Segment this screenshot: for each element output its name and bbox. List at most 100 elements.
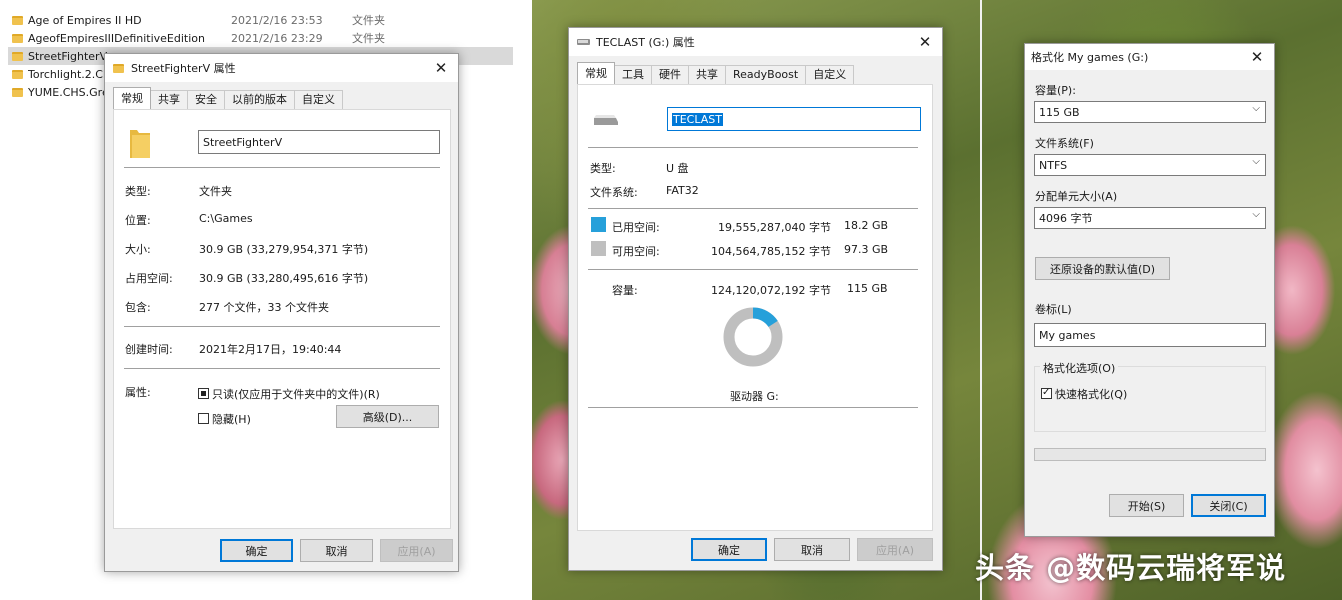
allocation-unit-label: 分配单元大小(A) xyxy=(1035,190,1118,203)
format-options-label: 格式化选项(O) xyxy=(1040,360,1119,376)
file-date: 2021/2/16 23:29 xyxy=(231,31,323,45)
format-dialog-window: 格式化 My games (G:) ✕ 容量(P): 115 GB ⌵ 文件系统… xyxy=(1024,43,1275,537)
separator xyxy=(588,147,918,148)
capacity-bytes: 124,120,072,192 字节 xyxy=(711,284,831,297)
readonly-label: 只读(仅应用于文件夹中的文件)(R) xyxy=(212,388,380,401)
separator xyxy=(588,407,918,408)
source-watermark: 头条 @数码云瑞将军说 xyxy=(975,551,1287,585)
used-space-swatch xyxy=(591,217,606,232)
close-icon[interactable]: ✕ xyxy=(1246,47,1268,67)
filesystem-label: 文件系统(F) xyxy=(1035,137,1094,150)
drive-letter-label: 驱动器 G: xyxy=(730,390,779,403)
tab-tools[interactable]: 工具 xyxy=(614,65,652,84)
file-row[interactable]: Age of Empires II HD 2021/2/16 23:53 文件夹 xyxy=(8,11,513,29)
ok-button[interactable]: 确定 xyxy=(220,539,293,562)
close-icon[interactable]: ✕ xyxy=(914,32,936,52)
close-icon[interactable]: ✕ xyxy=(430,58,452,78)
title-bar[interactable]: 格式化 My games (G:) ✕ xyxy=(1025,44,1274,70)
location-label: 位置: xyxy=(125,214,151,227)
drive-properties-window: TECLAST (G:) 属性 ✕ 常规 工具 硬件 共享 ReadyBoost… xyxy=(568,27,943,571)
tab-readyboost[interactable]: ReadyBoost xyxy=(725,65,807,84)
drive-label-value: TECLAST xyxy=(672,112,723,126)
used-space-bytes: 19,555,287,040 字节 xyxy=(718,221,831,234)
contains-label: 包含: xyxy=(125,301,151,314)
capacity-label: 容量(P): xyxy=(1035,84,1076,97)
folder-icon xyxy=(12,33,23,43)
image-divider xyxy=(980,0,982,600)
location-value: C:\Games xyxy=(199,212,253,225)
filesystem-value: NTFS xyxy=(1039,158,1068,172)
apply-button[interactable]: 应用(A) xyxy=(380,539,453,562)
tab-strip: 常规 工具 硬件 共享 ReadyBoost 自定义 xyxy=(577,62,855,84)
cancel-button[interactable]: 取消 xyxy=(300,539,373,562)
readonly-checkbox[interactable]: 只读(仅应用于文件夹中的文件)(R) xyxy=(198,386,380,402)
checkbox-unchecked-icon[interactable] xyxy=(198,413,209,424)
window-title: StreetFighterV 属性 xyxy=(131,62,236,75)
folder-icon xyxy=(12,51,23,61)
folder-icon xyxy=(12,69,23,79)
size-value: 30.9 GB (33,279,954,371 字节) xyxy=(199,243,369,256)
usb-drive-icon xyxy=(594,115,618,125)
free-space-bytes: 104,564,785,152 字节 xyxy=(711,245,831,258)
tab-sharing[interactable]: 共享 xyxy=(150,90,188,109)
filesystem-label: 文件系统: xyxy=(590,186,638,199)
attributes-label: 属性: xyxy=(125,386,151,399)
filesystem-select[interactable]: NTFS ⌵ xyxy=(1034,154,1266,176)
used-space-size: 18.2 GB xyxy=(844,219,889,232)
general-panel: StreetFighterV 类型: 文件夹 位置: C:\Games 大小: … xyxy=(113,109,451,529)
size-on-disk-value: 30.9 GB (33,280,495,616 字节) xyxy=(199,272,369,285)
tab-strip: 常规 共享 安全 以前的版本 自定义 xyxy=(113,87,343,109)
created-value: 2021年2月17日，19:40:44 xyxy=(199,343,342,356)
created-label: 创建时间: xyxy=(125,343,173,356)
advanced-button[interactable]: 高级(D)... xyxy=(336,405,439,428)
free-space-size: 97.3 GB xyxy=(844,243,889,256)
tab-general[interactable]: 常规 xyxy=(577,62,615,84)
file-name: AgeofEmpiresIIIDefinitiveEdition xyxy=(28,31,205,45)
tab-general[interactable]: 常规 xyxy=(113,87,151,109)
window-title: TECLAST (G:) 属性 xyxy=(596,36,695,49)
folder-name-input[interactable]: StreetFighterV xyxy=(198,130,440,154)
volume-label-input[interactable]: My games xyxy=(1034,323,1266,347)
title-bar[interactable]: TECLAST (G:) 属性 ✕ xyxy=(569,28,942,56)
quick-format-checkbox[interactable]: 快速格式化(Q) xyxy=(1041,386,1127,402)
folder-icon xyxy=(113,63,124,73)
tab-customize[interactable]: 自定义 xyxy=(294,90,343,109)
title-bar[interactable]: StreetFighterV 属性 ✕ xyxy=(105,54,458,82)
allocation-unit-select[interactable]: 4096 字节 ⌵ xyxy=(1034,207,1266,229)
close-button[interactable]: 关闭(C) xyxy=(1191,494,1266,517)
type-label: 类型: xyxy=(590,162,616,175)
folder-icon xyxy=(12,87,23,97)
folder-properties-window: StreetFighterV 属性 ✕ 常规 共享 安全 以前的版本 自定义 S… xyxy=(104,53,459,572)
chevron-down-icon: ⌵ xyxy=(1252,103,1260,114)
tab-customize[interactable]: 自定义 xyxy=(805,65,855,84)
capacity-select[interactable]: 115 GB ⌵ xyxy=(1034,101,1266,123)
window-title: 格式化 My games (G:) xyxy=(1031,51,1149,64)
capacity-value: 115 GB xyxy=(1039,105,1080,119)
size-on-disk-label: 占用空间: xyxy=(125,272,173,285)
tab-hardware[interactable]: 硬件 xyxy=(651,65,689,84)
hidden-checkbox[interactable]: 隐藏(H) xyxy=(198,411,251,427)
file-row[interactable]: AgeofEmpiresIIIDefinitiveEdition 2021/2/… xyxy=(8,29,513,47)
tab-previous-versions[interactable]: 以前的版本 xyxy=(224,90,295,109)
cancel-button[interactable]: 取消 xyxy=(774,538,850,561)
file-date: 2021/2/16 23:53 xyxy=(231,13,323,27)
chevron-down-icon: ⌵ xyxy=(1252,209,1260,220)
restore-defaults-button[interactable]: 还原设备的默认值(D) xyxy=(1035,257,1170,280)
drive-label-input[interactable]: TECLAST xyxy=(667,107,921,131)
capacity-size: 115 GB xyxy=(847,282,888,295)
tab-sharing[interactable]: 共享 xyxy=(688,65,726,84)
checkbox-checked-icon[interactable] xyxy=(1041,386,1052,399)
file-type: 文件夹 xyxy=(352,32,385,45)
separator xyxy=(124,167,440,168)
usb-drive-icon xyxy=(577,39,590,45)
separator xyxy=(124,368,440,369)
free-space-label: 可用空间: xyxy=(612,245,660,258)
chevron-down-icon: ⌵ xyxy=(1252,156,1260,167)
ok-button[interactable]: 确定 xyxy=(691,538,767,561)
start-button[interactable]: 开始(S) xyxy=(1109,494,1184,517)
volume-label-label: 卷标(L) xyxy=(1035,303,1072,316)
apply-button[interactable]: 应用(A) xyxy=(857,538,933,561)
tab-security[interactable]: 安全 xyxy=(187,90,225,109)
separator xyxy=(124,326,440,327)
checkbox-indeterminate-icon[interactable] xyxy=(198,388,209,399)
